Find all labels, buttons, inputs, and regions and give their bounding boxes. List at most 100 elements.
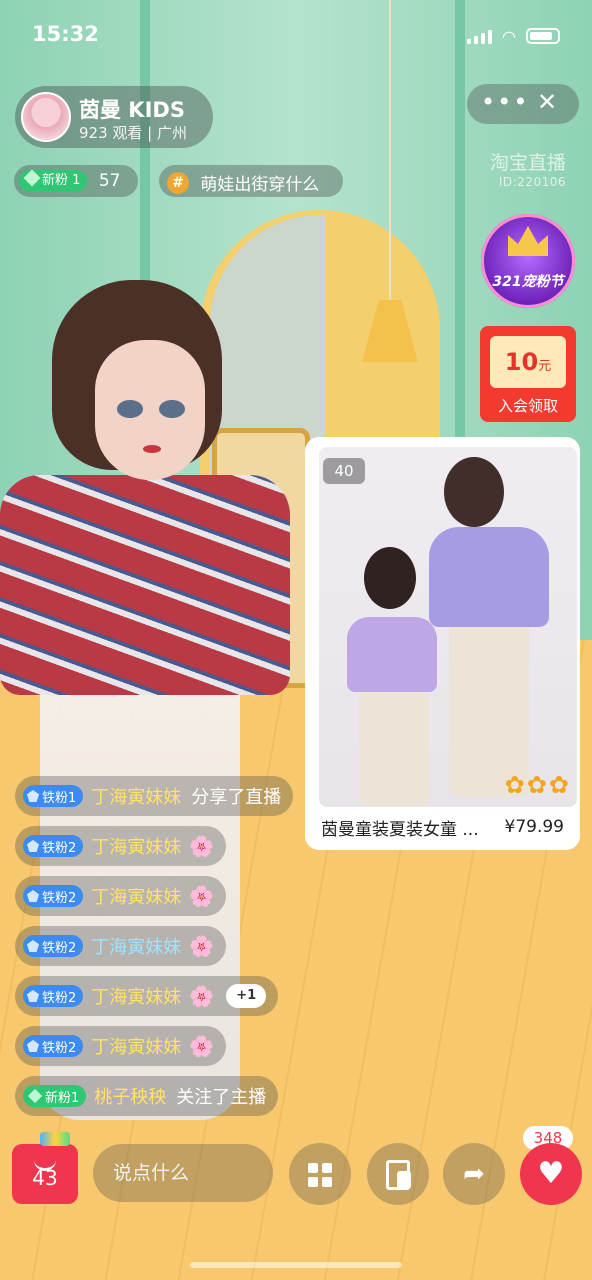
room-id: ID:220106: [498, 175, 566, 189]
comment-row: 铁粉2 丁海寅妹妹 🌸 +1: [15, 976, 315, 1026]
flower-icon: 🌸: [189, 1034, 215, 1058]
live-stream-screen: 15:32 ◠ 茵曼 KIDS 923 观看 | 广州 ••• ✕ 淘宝直播 I…: [0, 0, 592, 1280]
fan-tier-badge: 铁粉2: [23, 835, 84, 857]
fan-tier-badge: 铁粉1: [23, 785, 84, 807]
avatar-eye: [159, 400, 185, 418]
avatar-blouse: [0, 475, 290, 695]
comment-row: 铁粉1 丁海寅妹妹 分享了直播: [15, 776, 315, 826]
model-child-tee: [347, 617, 437, 692]
avatar-eye: [117, 400, 143, 418]
comment-row: 新粉1 桃子秧秧 关注了主播: [15, 1076, 315, 1126]
comment-username[interactable]: 丁海寅妹妹: [91, 783, 181, 809]
host-name: 茵曼 KIDS: [79, 98, 185, 122]
more-options-icon[interactable]: •••: [481, 88, 529, 116]
wifi-icon: ◠: [502, 27, 516, 46]
member-coupon-badge[interactable]: 10元 入会领取: [480, 326, 576, 422]
comment-username[interactable]: 丁海寅妹妹: [91, 983, 181, 1009]
flower-icon: 🌸: [189, 884, 215, 908]
fan-tier-badge: 铁粉2: [23, 935, 84, 957]
comment-bubble[interactable]: 铁粉1 丁海寅妹妹 分享了直播: [15, 776, 294, 816]
festival-promo-badge[interactable]: 321宠粉节: [481, 214, 575, 308]
model-adult-tee: [429, 527, 549, 627]
coupon-label: 入会领取: [497, 397, 558, 415]
comment-bubble[interactable]: 新粉1 桃子秧秧 关注了主播: [15, 1076, 279, 1116]
brand-name: 淘宝直播: [489, 152, 566, 174]
comment-text: 关注了主播: [176, 1087, 267, 1108]
model-child-pants: [359, 687, 429, 807]
comment-username[interactable]: 丁海寅妹妹: [91, 883, 181, 909]
comment-input[interactable]: 说点什么: [93, 1144, 273, 1202]
repeat-count-badge: +1: [226, 984, 267, 1008]
status-bar: 15:32 ◠: [32, 22, 560, 52]
host-viewers-location: 923 观看 | 广州: [79, 124, 187, 142]
hashtag-icon: #: [167, 171, 189, 194]
comment-bubble[interactable]: 铁粉2 丁海寅妹妹 🌸: [15, 1026, 227, 1066]
model-child: [364, 547, 416, 609]
comment-username[interactable]: 桃子秧秧: [94, 1083, 166, 1109]
fan-tier-badge: 新粉1: [23, 1085, 87, 1107]
coupon-card: 10元: [490, 336, 566, 388]
tier-gem-icon: [27, 890, 39, 902]
share-button[interactable]: ➦: [443, 1143, 505, 1205]
fan-count: 57: [98, 171, 121, 191]
grid-icon: [308, 1162, 332, 1187]
host-avatar[interactable]: [21, 92, 71, 142]
coupon-amount: 10: [504, 348, 539, 376]
tier-gem-icon: [27, 940, 39, 952]
flower-icon: 🌸: [189, 934, 215, 958]
comment-bubble[interactable]: 铁粉2 丁海寅妹妹 🌸: [15, 826, 227, 866]
tier-gem-icon: [27, 840, 39, 852]
brand-watermark: 淘宝直播 ID:220106: [490, 148, 566, 189]
menu-grid-button[interactable]: [289, 1143, 351, 1205]
tier-gem-icon: [27, 990, 39, 1002]
comment-bubble[interactable]: 铁粉2 丁海寅妹妹 🌸: [15, 926, 227, 966]
bag-count: 43: [32, 1166, 58, 1190]
comment-username[interactable]: 丁海寅妹妹: [91, 833, 181, 859]
comment-username[interactable]: 丁海寅妹妹: [91, 933, 181, 959]
fan-level-badge: 新粉 1: [19, 169, 88, 192]
fan-tier-badge: 铁粉2: [23, 985, 84, 1007]
bag-tab-icon: [40, 1132, 70, 1146]
festival-label: 321宠粉节: [492, 274, 564, 290]
comment-text: 分享了直播: [191, 787, 282, 808]
product-image[interactable]: ✿✿✿: [319, 447, 577, 807]
comment-row: 铁粉2 丁海寅妹妹 🌸: [15, 876, 315, 926]
model-adult-pants: [449, 617, 529, 797]
shopping-bag-button[interactable]: 43: [12, 1132, 78, 1204]
avatar-face: [95, 340, 205, 480]
status-icons: ◠: [467, 27, 560, 46]
product-title: 茵曼童装夏装女童 ...: [321, 820, 479, 840]
screen-copy-button[interactable]: [367, 1143, 429, 1205]
comment-bubble[interactable]: 铁粉2 丁海寅妹妹 🌸 +1: [15, 976, 279, 1016]
like-button[interactable]: ♥: [520, 1143, 582, 1205]
gem-icon: [23, 169, 41, 187]
comment-username[interactable]: 丁海寅妹妹: [91, 1033, 181, 1059]
close-icon[interactable]: ✕: [537, 88, 557, 116]
cellular-signal-icon: [467, 30, 493, 44]
host-profile-pill[interactable]: 茵曼 KIDS 923 观看 | 广州: [15, 86, 213, 148]
flower-icon: 🌸: [189, 984, 215, 1008]
comment-bubble[interactable]: 铁粉2 丁海寅妹妹 🌸: [15, 876, 227, 916]
coupon-unit: 元: [538, 359, 552, 374]
battery-icon: [526, 28, 560, 44]
product-index-badge: 40: [323, 458, 365, 484]
topic-label: 萌娃出街穿什么: [200, 175, 320, 195]
tier-gem-icon: [27, 1088, 43, 1104]
comment-feed: 铁粉1 丁海寅妹妹 分享了直播 铁粉2 丁海寅妹妹 🌸 铁粉2 丁海寅妹妹 🌸 铁粉2 丁海寅妹妹 🌸…: [15, 776, 315, 1126]
model-adult: [444, 457, 504, 527]
comment-row: 铁粉2 丁海寅妹妹 🌸: [15, 826, 315, 876]
product-price: ¥79.99: [504, 817, 564, 837]
fan-tier-badge: 铁粉2: [23, 1035, 84, 1057]
crown-icon: [508, 226, 548, 256]
featured-product-card[interactable]: ✿✿✿ 茵曼童装夏装女童 ... ¥79.99: [305, 437, 580, 850]
comment-row: 铁粉2 丁海寅妹妹 🌸: [15, 1026, 315, 1076]
status-time: 15:32: [32, 22, 99, 46]
avatar-lips: [143, 445, 161, 453]
home-indicator[interactable]: [190, 1262, 402, 1268]
tier-gem-icon: [27, 790, 39, 802]
topic-chip[interactable]: # 萌娃出街穿什么: [159, 165, 343, 197]
fan-tier-badge: 铁粉2: [23, 885, 84, 907]
share-arrow-icon: ➦: [463, 1159, 485, 1189]
comment-row: 铁粉2 丁海寅妹妹 🌸: [15, 926, 315, 976]
fan-club-chip[interactable]: 新粉 1 57: [14, 165, 138, 197]
